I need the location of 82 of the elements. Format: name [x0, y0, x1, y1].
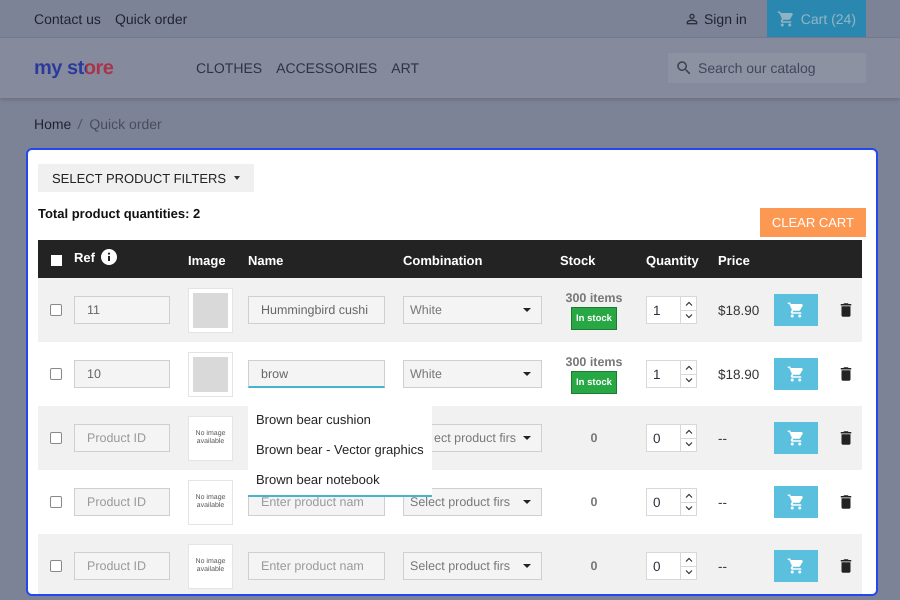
total-quantities: Total product quantities: 2: [38, 206, 200, 221]
quantity-field[interactable]: 0: [646, 424, 697, 452]
breadcrumb-separator: [77, 118, 84, 130]
caret-icon: [523, 436, 531, 440]
product-id-field[interactable]: Product ID: [74, 488, 170, 516]
row-checkbox[interactable]: [50, 432, 62, 444]
increment-icon[interactable]: [684, 300, 692, 306]
combination-select[interactable]: Select product firs: [403, 552, 542, 580]
caret-icon: [523, 500, 531, 504]
decrement-icon[interactable]: [684, 570, 692, 576]
breadcrumb-item[interactable]: Quick order: [89, 116, 162, 132]
decrement-icon[interactable]: [684, 506, 692, 512]
filters-dropdown-button[interactable]: SELECT PRODUCT FILTERS: [38, 164, 254, 192]
search-icon: [675, 59, 693, 77]
row-checkbox[interactable]: [50, 496, 62, 508]
increment-icon[interactable]: [684, 556, 692, 562]
top-link[interactable]: Quick order: [114, 10, 188, 26]
decrement-icon[interactable]: [684, 442, 692, 448]
product-name-field[interactable]: Hummingbird cushi: [248, 296, 385, 324]
quantity-field[interactable]: 0: [646, 488, 697, 516]
column-header: Image: [188, 252, 226, 268]
stock-count: 300 items: [566, 290, 622, 304]
price: $18.90: [718, 366, 760, 382]
breadcrumb-item[interactable]: Home: [34, 116, 72, 132]
column-header: Ref: [74, 250, 95, 264]
caret-icon: [234, 176, 240, 180]
increment-icon[interactable]: [684, 492, 692, 498]
decrement-icon[interactable]: [684, 378, 692, 384]
product-id-field[interactable]: 11: [74, 296, 170, 324]
menu-item[interactable]: CLOTHES: [196, 60, 262, 76]
search-field[interactable]: Search our catalog: [668, 53, 866, 83]
row-checkbox[interactable]: [50, 304, 62, 316]
cart-icon: [776, 10, 795, 28]
sign-in-link[interactable]: Sign in: [704, 10, 747, 26]
info-icon[interactable]: [100, 249, 117, 265]
select-all-checkbox[interactable]: [50, 254, 62, 266]
clear-cart-button[interactable]: CLEAR CART: [760, 208, 866, 237]
product-id-field[interactable]: Product ID: [74, 424, 170, 452]
column-header: Stock: [560, 252, 596, 268]
decrement-icon[interactable]: [684, 314, 692, 320]
user-icon: [684, 10, 700, 26]
price: $18.90: [718, 302, 760, 318]
photo-placeholder: [188, 352, 233, 396]
column-header: Combination: [403, 252, 482, 268]
cart-icon: [787, 301, 805, 319]
increment-icon[interactable]: [684, 364, 692, 370]
row-checkbox[interactable]: [50, 560, 62, 572]
product-name-field[interactable]: Enter product nam: [248, 552, 385, 580]
product-id-field[interactable]: Product ID: [74, 552, 170, 580]
stock-count: 0: [590, 431, 598, 445]
cart-icon: [787, 493, 805, 511]
combination-select[interactable]: White: [403, 360, 542, 388]
price: --: [718, 558, 727, 574]
column-header: Price: [718, 252, 750, 268]
row-checkbox[interactable]: [50, 368, 62, 380]
stock-badge: In stock: [571, 306, 617, 330]
stock-count: 0: [590, 559, 598, 573]
quantity-field[interactable]: 1: [646, 360, 697, 388]
caret-icon: [523, 308, 531, 312]
product-id-field[interactable]: 10: [74, 360, 170, 388]
quantity-field[interactable]: 1: [646, 296, 697, 324]
combination-select[interactable]: Select product firs: [403, 488, 542, 516]
menu-item[interactable]: ACCESSORIES: [276, 60, 378, 76]
price: --: [718, 494, 727, 510]
top-link[interactable]: Contact us: [34, 10, 101, 26]
column-header: Quantity: [646, 252, 699, 268]
combination-select[interactable]: White: [403, 296, 542, 324]
stock-count: 0: [590, 495, 598, 509]
cart-icon: [787, 429, 805, 447]
stock-count: 300 items: [566, 354, 622, 368]
price: --: [718, 430, 727, 446]
stock-badge: In stock: [571, 370, 617, 394]
caret-icon: [523, 372, 531, 376]
increment-icon[interactable]: [684, 428, 692, 434]
caret-icon: [523, 564, 531, 568]
column-header: Name: [248, 252, 284, 268]
photo-placeholder: [188, 288, 233, 332]
cart-icon: [787, 365, 805, 383]
product-name-field[interactable]: brow: [248, 360, 385, 388]
menu-item[interactable]: ART: [391, 60, 420, 76]
quantity-field[interactable]: 0: [646, 552, 697, 580]
cart-icon: [787, 557, 805, 575]
